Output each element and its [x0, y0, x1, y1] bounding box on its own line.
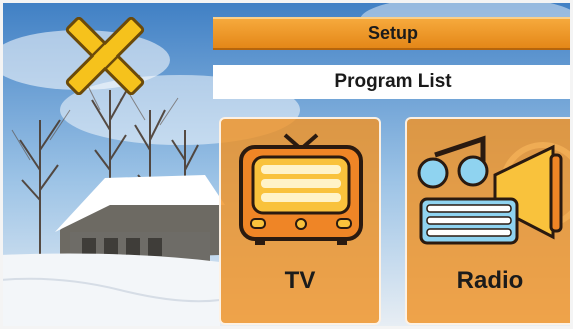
tv-icon — [239, 133, 363, 245]
radio-label: Radio — [456, 267, 524, 294]
radio-card[interactable]: Radio — [405, 117, 573, 325]
close-button[interactable] — [60, 16, 150, 96]
setup-label: Setup — [367, 23, 418, 43]
tv-card[interactable]: TV — [219, 117, 381, 325]
tv-label: TV — [284, 267, 316, 294]
radio-icon — [417, 135, 573, 245]
program-list-button[interactable]: Program List — [213, 65, 573, 99]
program-list-label: Program List — [334, 71, 452, 92]
setup-button[interactable]: Setup — [213, 17, 573, 50]
close-icon — [65, 16, 145, 96]
